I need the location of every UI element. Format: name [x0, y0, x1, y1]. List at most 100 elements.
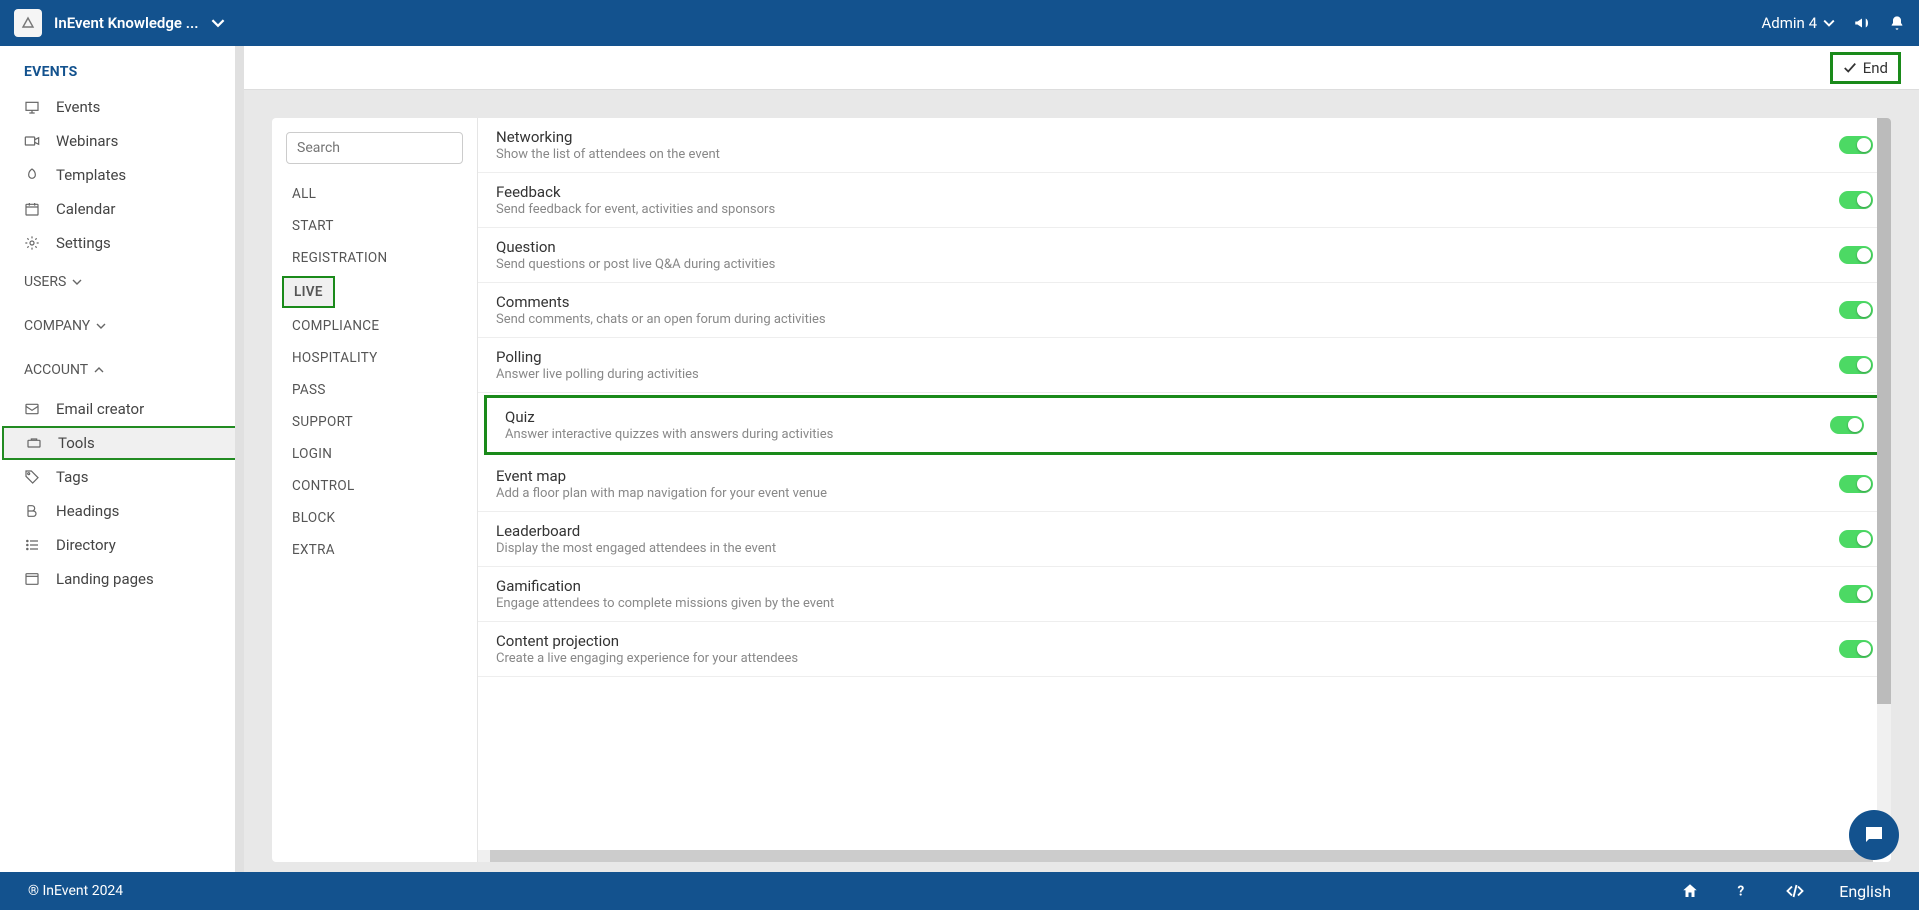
user-menu[interactable]: Admin 4 [1762, 14, 1835, 32]
tags-icon [24, 469, 42, 485]
setting-row-gamification: GamificationEngage attendees to complete… [478, 567, 1891, 622]
chevron-up-icon [94, 365, 104, 375]
setting-row-leaderboard: LeaderboardDisplay the most engaged atte… [478, 512, 1891, 567]
check-icon [1843, 61, 1857, 75]
code-icon[interactable] [1785, 882, 1805, 900]
app-title: InEvent Knowledge ... [54, 14, 199, 32]
toggle-networking[interactable] [1839, 136, 1873, 154]
toggle-leaderboard[interactable] [1839, 530, 1873, 548]
category-extra[interactable]: EXTRA [272, 534, 477, 566]
category-control[interactable]: CONTROL [272, 470, 477, 502]
setting-row-content-projection: Content projectionCreate a live engaging… [478, 622, 1891, 677]
sidebar-item-label: Events [56, 98, 100, 116]
category-start[interactable]: START [272, 210, 477, 242]
language-selector[interactable]: English [1839, 882, 1891, 901]
sidebar: EVENTS EventsWebinarsTemplatesCalendarSe… [0, 46, 244, 872]
setting-desc: Show the list of attendees on the event [496, 147, 1839, 162]
toggle-event-map[interactable] [1839, 475, 1873, 493]
toggle-comments[interactable] [1839, 301, 1873, 319]
setting-row-networking: NetworkingShow the list of attendees on … [478, 118, 1891, 173]
setting-desc: Answer interactive quizzes with answers … [505, 427, 1830, 442]
search-input[interactable] [286, 132, 463, 164]
category-compliance[interactable]: COMPLIANCE [272, 310, 477, 342]
end-button[interactable]: End [1830, 52, 1901, 84]
setting-desc: Send feedback for event, activities and … [496, 202, 1839, 217]
setting-desc: Engage attendees to complete missions gi… [496, 596, 1839, 611]
setting-desc: Send questions or post live Q&A during a… [496, 257, 1839, 272]
sidebar-item-label: Directory [56, 536, 116, 554]
sidebar-item-landing-pages[interactable]: Landing pages [0, 562, 243, 596]
category-live[interactable]: LIVE [282, 276, 335, 308]
setting-title: Event map [496, 467, 1839, 485]
setting-title: Comments [496, 293, 1839, 311]
sidebar-scrollbar[interactable] [235, 46, 243, 872]
app-logo [14, 9, 42, 37]
chat-icon [1862, 823, 1886, 847]
setting-title: Content projection [496, 632, 1839, 650]
setting-row-quiz: QuizAnswer interactive quizzes with answ… [484, 395, 1885, 455]
sidebar-item-label: Email creator [56, 400, 144, 418]
category-pass[interactable]: PASS [272, 374, 477, 406]
category-block[interactable]: BLOCK [272, 502, 477, 534]
sidebar-item-events[interactable]: Events [0, 90, 243, 124]
sidebar-item-templates[interactable]: Templates [0, 158, 243, 192]
sidebar-item-tags[interactable]: Tags [0, 460, 243, 494]
sidebar-item-headings[interactable]: Headings [0, 494, 243, 528]
toggle-feedback[interactable] [1839, 191, 1873, 209]
toggle-polling[interactable] [1839, 356, 1873, 374]
svg-text:?: ? [1738, 884, 1745, 900]
app-switch-icon[interactable] [211, 16, 225, 30]
sidebar-item-directory[interactable]: Directory [0, 528, 243, 562]
user-name: Admin 4 [1762, 14, 1817, 32]
events-icon [24, 99, 42, 115]
settings-list: NetworkingShow the list of attendees on … [478, 118, 1891, 862]
sidebar-item-calendar[interactable]: Calendar [0, 192, 243, 226]
sidebar-item-tools[interactable]: Tools [2, 426, 241, 460]
sidebar-item-label: Templates [56, 166, 126, 184]
sidebar-item-label: Webinars [56, 132, 118, 150]
topbar: InEvent Knowledge ... Admin 4 [0, 0, 1919, 46]
email-creator-icon [24, 401, 42, 417]
category-hospitality[interactable]: HOSPITALITY [272, 342, 477, 374]
announce-icon[interactable] [1853, 14, 1871, 32]
category-login[interactable]: LOGIN [272, 438, 477, 470]
settings-panel: ALLSTARTREGISTRATIONLIVECOMPLIANCEHOSPIT… [272, 118, 1891, 862]
setting-row-question: QuestionSend questions or post live Q&A … [478, 228, 1891, 283]
headings-icon [24, 503, 42, 519]
setting-title: Feedback [496, 183, 1839, 201]
category-list: ALLSTARTREGISTRATIONLIVECOMPLIANCEHOSPIT… [272, 118, 478, 862]
chevron-down-icon [96, 321, 106, 331]
setting-desc: Create a live engaging experience for yo… [496, 651, 1839, 666]
sidebar-item-email-creator[interactable]: Email creator [0, 392, 243, 426]
setting-title: Leaderboard [496, 522, 1839, 540]
category-registration[interactable]: REGISTRATION [272, 242, 477, 274]
help-icon[interactable]: ? [1733, 882, 1751, 900]
category-all[interactable]: ALL [272, 178, 477, 210]
sidebar-section-account[interactable]: ACCOUNT [0, 348, 243, 392]
panel-scrollbar-vertical[interactable] [1877, 118, 1891, 850]
content-header: End [244, 46, 1919, 90]
chat-launcher[interactable] [1849, 810, 1899, 860]
sidebar-item-settings[interactable]: Settings [0, 226, 243, 260]
panel-scrollbar-horizontal[interactable] [478, 850, 1873, 862]
setting-row-comments: CommentsSend comments, chats or an open … [478, 283, 1891, 338]
setting-desc: Answer live polling during activities [496, 367, 1839, 382]
category-support[interactable]: SUPPORT [272, 406, 477, 438]
calendar-icon [24, 201, 42, 217]
toggle-question[interactable] [1839, 246, 1873, 264]
settings-icon [24, 235, 42, 251]
sidebar-section-company[interactable]: COMPANY [0, 304, 243, 348]
sidebar-item-webinars[interactable]: Webinars [0, 124, 243, 158]
sidebar-item-label: Calendar [56, 200, 116, 218]
toggle-quiz[interactable] [1830, 416, 1864, 434]
toggle-content-projection[interactable] [1839, 640, 1873, 658]
bell-icon[interactable] [1889, 15, 1905, 31]
chevron-down-icon [1823, 17, 1835, 29]
setting-title: Gamification [496, 577, 1839, 595]
toggle-gamification[interactable] [1839, 585, 1873, 603]
templates-icon [24, 167, 42, 183]
setting-title: Quiz [505, 408, 1830, 426]
home-icon[interactable] [1681, 882, 1699, 900]
directory-icon [24, 537, 42, 553]
sidebar-section-users[interactable]: USERS [0, 260, 243, 304]
